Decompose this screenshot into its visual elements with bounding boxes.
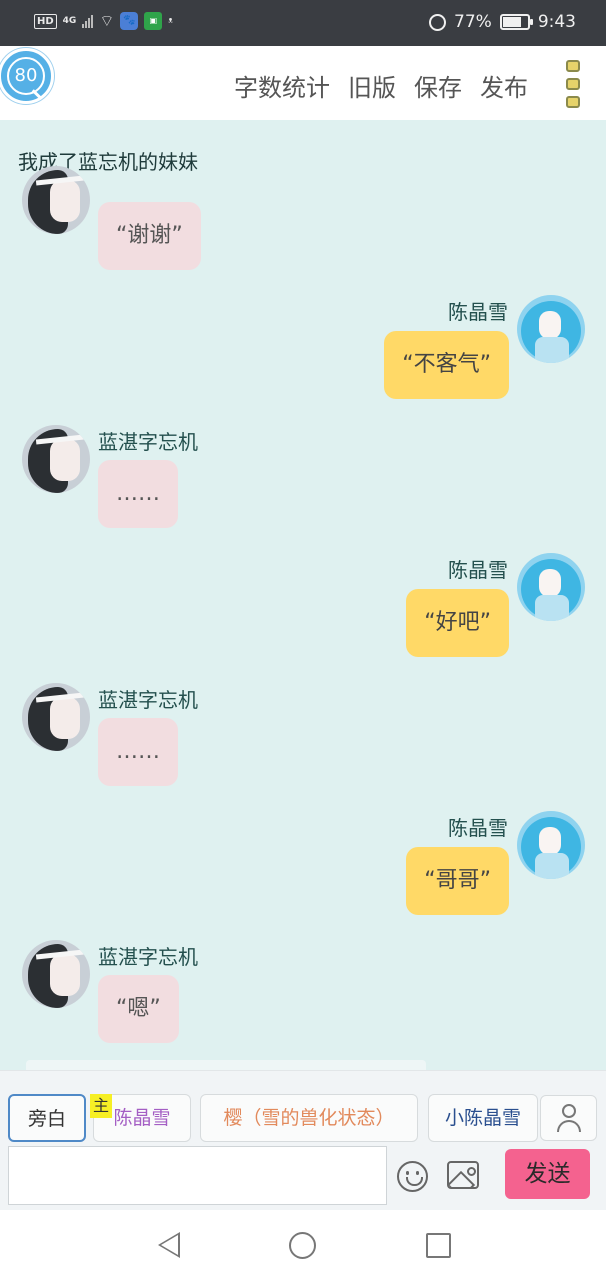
send-button[interactable]: 发送 [505, 1149, 590, 1199]
word-count-badge[interactable]: 80 [0, 48, 54, 104]
signal-icon [82, 14, 94, 28]
emoji-icon[interactable] [397, 1161, 428, 1192]
battery-icon [499, 14, 533, 30]
network-type: 4G [62, 16, 77, 26]
save-button[interactable]: 保存 [414, 68, 462, 103]
sender-name: 陈晶雪 [448, 558, 508, 582]
notification-dot-icon: ᵜ [168, 14, 173, 28]
top-actions: 字数统计 旧版 保存 发布 [234, 68, 528, 103]
hd-icon: HD [34, 13, 57, 29]
message-bubble[interactable]: “好吧” [406, 589, 509, 657]
battery-level-fill [502, 17, 521, 27]
wifi-icon: ⌔ [99, 11, 115, 30]
baidu-app-icon: 🐾 [120, 12, 139, 30]
status-bar: HD 4G ⌔ 🐾 ▣ ᵜ 77% 9:43 [0, 0, 606, 46]
alarm-icon [429, 13, 447, 31]
message-bubble[interactable]: “嗯” [98, 975, 179, 1043]
menu-dots-icon[interactable] [566, 60, 580, 108]
recent-apps-icon[interactable] [426, 1233, 451, 1258]
back-icon[interactable] [158, 1232, 180, 1258]
avatar-lan-zhan[interactable] [22, 940, 90, 1008]
sender-name: 陈晶雪 [448, 300, 508, 324]
user-icon[interactable] [540, 1095, 597, 1141]
system-nav-bar [0, 1210, 606, 1280]
message-input[interactable] [8, 1146, 387, 1205]
sender-name: 蓝湛字忘机 [98, 945, 198, 969]
clock: 9:43 [537, 12, 576, 32]
main-role-tag: 主 [90, 1094, 112, 1118]
message-bubble[interactable]: “哥哥” [406, 847, 509, 915]
publish-button[interactable]: 发布 [480, 68, 528, 103]
word-count-button[interactable]: 字数统计 [234, 68, 330, 103]
home-icon[interactable] [289, 1232, 316, 1259]
avatar-lan-zhan[interactable] [22, 683, 90, 751]
badge-number: 80 [7, 57, 45, 95]
role-xiao-chen-button[interactable]: 小陈晶雪 [428, 1094, 538, 1142]
sender-name: 陈晶雪 [448, 816, 508, 840]
message-bubble[interactable]: …… [98, 718, 178, 786]
avatar-lan-zhan[interactable] [22, 425, 90, 493]
wechat-app-icon: ▣ [144, 12, 163, 30]
avatar-lan-zhan[interactable] [22, 166, 90, 234]
avatar-chen-jingxue[interactable] [517, 811, 585, 879]
message-bubble[interactable]: “谢谢” [98, 202, 201, 270]
status-right: 77% 9:43 [429, 12, 576, 32]
role-narration-button[interactable]: 旁白 [8, 1094, 86, 1142]
sender-name: 蓝湛字忘机 [98, 688, 198, 712]
battery-percent: 77% [454, 12, 492, 32]
top-bar: 80 字数统计 旧版 保存 发布 [0, 46, 606, 120]
avatar-chen-jingxue[interactable] [517, 553, 585, 621]
status-left: HD 4G ⌔ 🐾 ▣ ᵜ [34, 12, 173, 30]
role-ying-button[interactable]: 樱（雪的兽化状态） [200, 1094, 418, 1142]
message-bubble[interactable]: …… [98, 460, 178, 528]
sender-name: 蓝湛字忘机 [98, 430, 198, 454]
avatar-chen-jingxue[interactable] [517, 295, 585, 363]
old-version-button[interactable]: 旧版 [348, 68, 396, 103]
chat-area[interactable]: 我成了蓝忘机的妹妹 “谢谢” 陈晶雪 “不客气” 蓝湛字忘机 …… 陈晶雪 “好… [0, 120, 606, 1070]
scroll-edge [26, 1060, 426, 1070]
image-icon[interactable] [447, 1161, 479, 1189]
message-bubble[interactable]: “不客气” [384, 331, 509, 399]
composer-panel: 旁白 陈晶雪 主 樱（雪的兽化状态） 小陈晶雪 发送 [0, 1070, 606, 1210]
